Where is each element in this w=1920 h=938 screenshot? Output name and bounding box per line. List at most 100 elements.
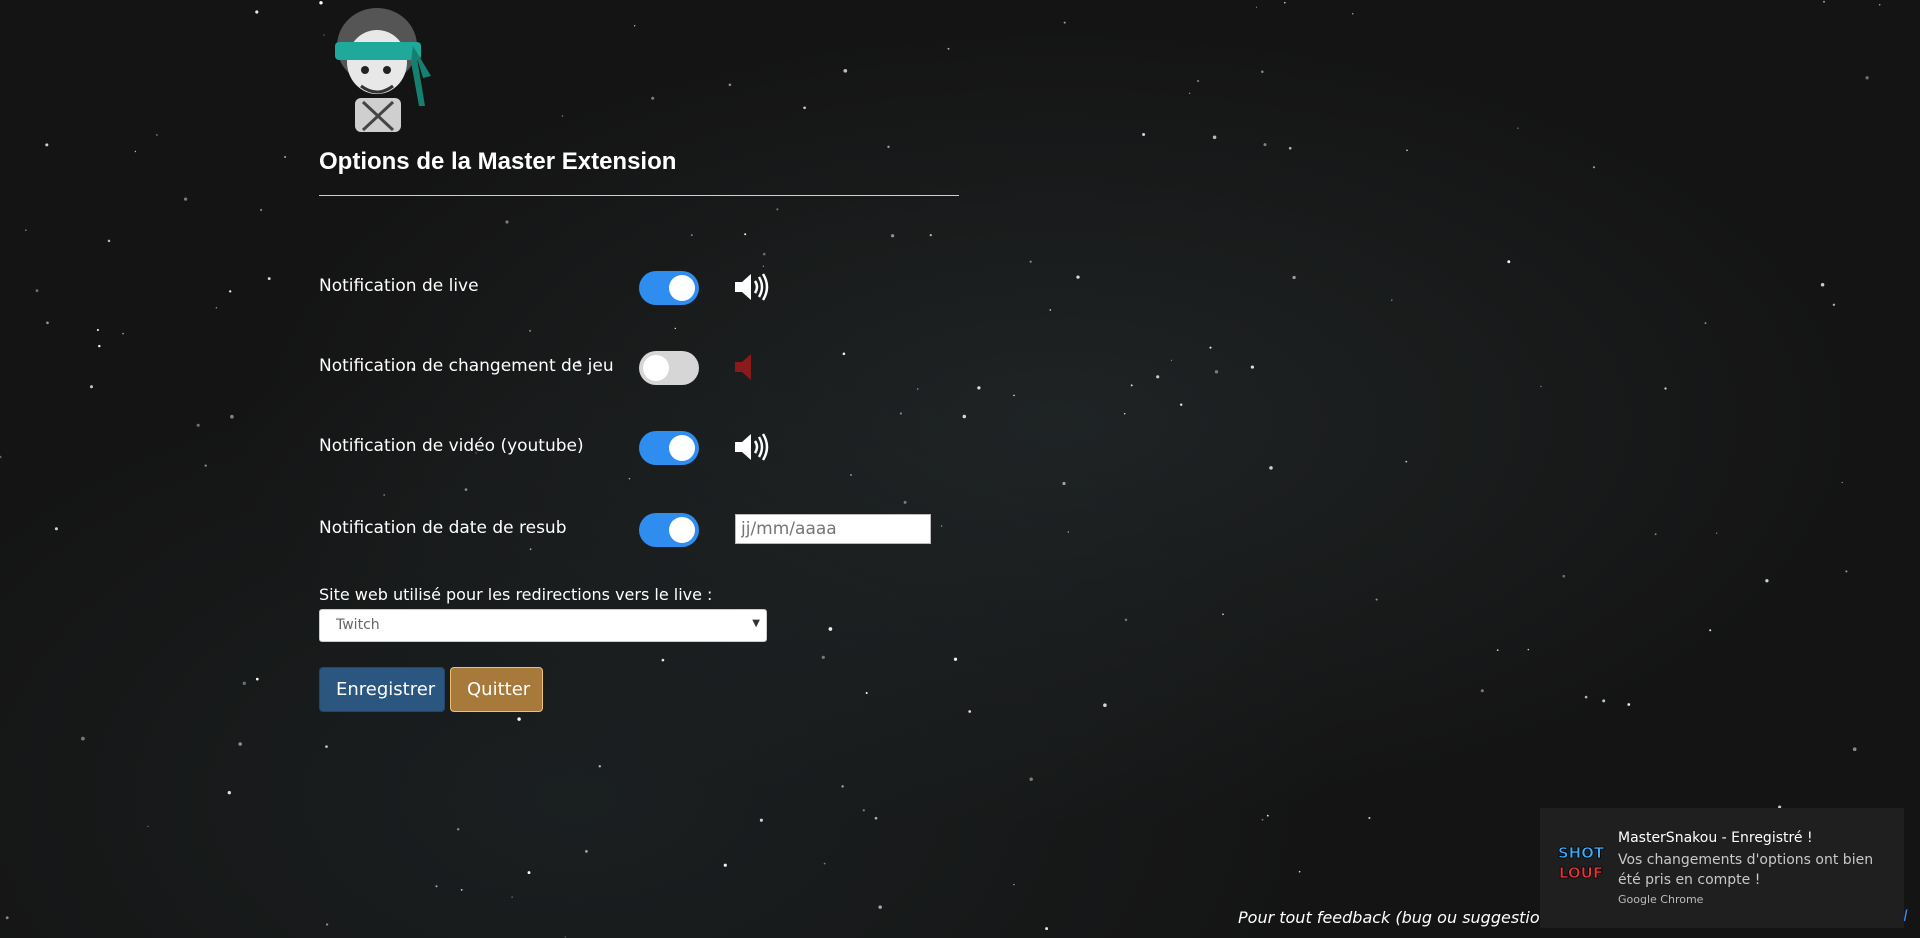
star [1214,370,1219,374]
page-title: Options de la Master Extension [319,148,677,175]
speaker-on-icon[interactable] [733,272,769,302]
star [865,691,868,695]
star [35,289,39,292]
resub-notification-toggle[interactable] [639,513,699,547]
star [598,765,601,768]
quit-button[interactable]: Quitter [450,667,543,712]
star [1188,92,1191,95]
star [1029,777,1033,781]
star [196,423,200,427]
star [953,657,958,661]
star [1845,570,1848,573]
ninja-mascot-logo [335,8,431,132]
star [1878,4,1881,6]
star [821,655,825,660]
star [776,208,779,211]
website-select-value: Twitch [336,617,380,633]
star [1841,481,1843,484]
toast-source: Google Chrome [1618,893,1704,906]
star [1527,648,1530,651]
website-select[interactable]: Twitch ▼ [319,609,767,642]
star [238,742,242,746]
star [728,83,732,87]
game-change-notification-toggle[interactable] [639,351,699,385]
shotlouf-logo-icon: SHOT LOUF [1557,844,1605,883]
star [1715,532,1718,534]
star [1045,927,1049,931]
star [90,385,93,389]
toggle-knob [669,517,695,543]
star [81,736,85,741]
star [259,208,263,212]
star [1250,365,1254,369]
star [634,25,636,27]
star [1263,143,1267,147]
star [54,527,58,531]
star [744,233,747,236]
star [1261,70,1264,74]
star [759,818,763,822]
star [1123,413,1126,415]
star [1664,387,1667,390]
star [762,265,765,267]
star [1222,613,1224,616]
star [1063,21,1066,24]
toast-title: MasterSnakou - Enregistré ! [1618,830,1813,846]
star [674,327,676,330]
star [319,1,323,5]
star [1288,146,1292,150]
star [564,936,567,938]
star [977,386,981,390]
star [651,96,655,100]
logo-text-top: SHOT [1558,844,1605,862]
star [1283,1,1286,4]
star [947,47,950,50]
star [1255,6,1258,8]
star [325,745,328,748]
star [1049,309,1052,311]
logo-text-bottom: LOUF [1559,864,1603,882]
star [25,229,27,231]
star [850,474,852,476]
resub-date-input[interactable] [735,514,931,544]
star [1406,149,1408,152]
star [1368,816,1371,820]
star [962,414,967,419]
star [1013,394,1015,397]
speaker-on-icon[interactable] [733,432,769,462]
star [1507,260,1511,264]
star [1062,481,1066,486]
star [1292,275,1296,280]
star [917,388,919,390]
star [762,252,766,256]
star [1142,133,1146,136]
star [183,197,188,201]
star [383,493,386,497]
star [1496,649,1499,651]
star [456,828,460,831]
star [903,500,907,504]
star [1405,460,1408,463]
star [435,885,438,888]
toggle-knob [669,275,695,301]
video-notification-toggle[interactable] [639,431,699,465]
star [156,134,158,136]
star [122,332,124,335]
chrome-notification-toast[interactable]: SHOT LOUF MasterSnakou - Enregistré ! Vo… [1540,808,1904,928]
star [511,896,513,898]
star [1261,818,1264,821]
star [803,106,806,110]
website-select-label: Site web utilisé pour les redirections v… [319,585,713,604]
star [628,478,631,480]
star [940,525,943,527]
star [585,850,588,853]
star [227,791,231,795]
save-button[interactable]: Enregistrer [319,667,445,712]
star [823,862,826,865]
star [46,321,49,325]
live-notification-toggle[interactable] [639,271,699,305]
star [242,681,247,686]
speaker-muted-icon[interactable] [733,352,769,382]
star [723,863,727,867]
star [1067,531,1070,533]
